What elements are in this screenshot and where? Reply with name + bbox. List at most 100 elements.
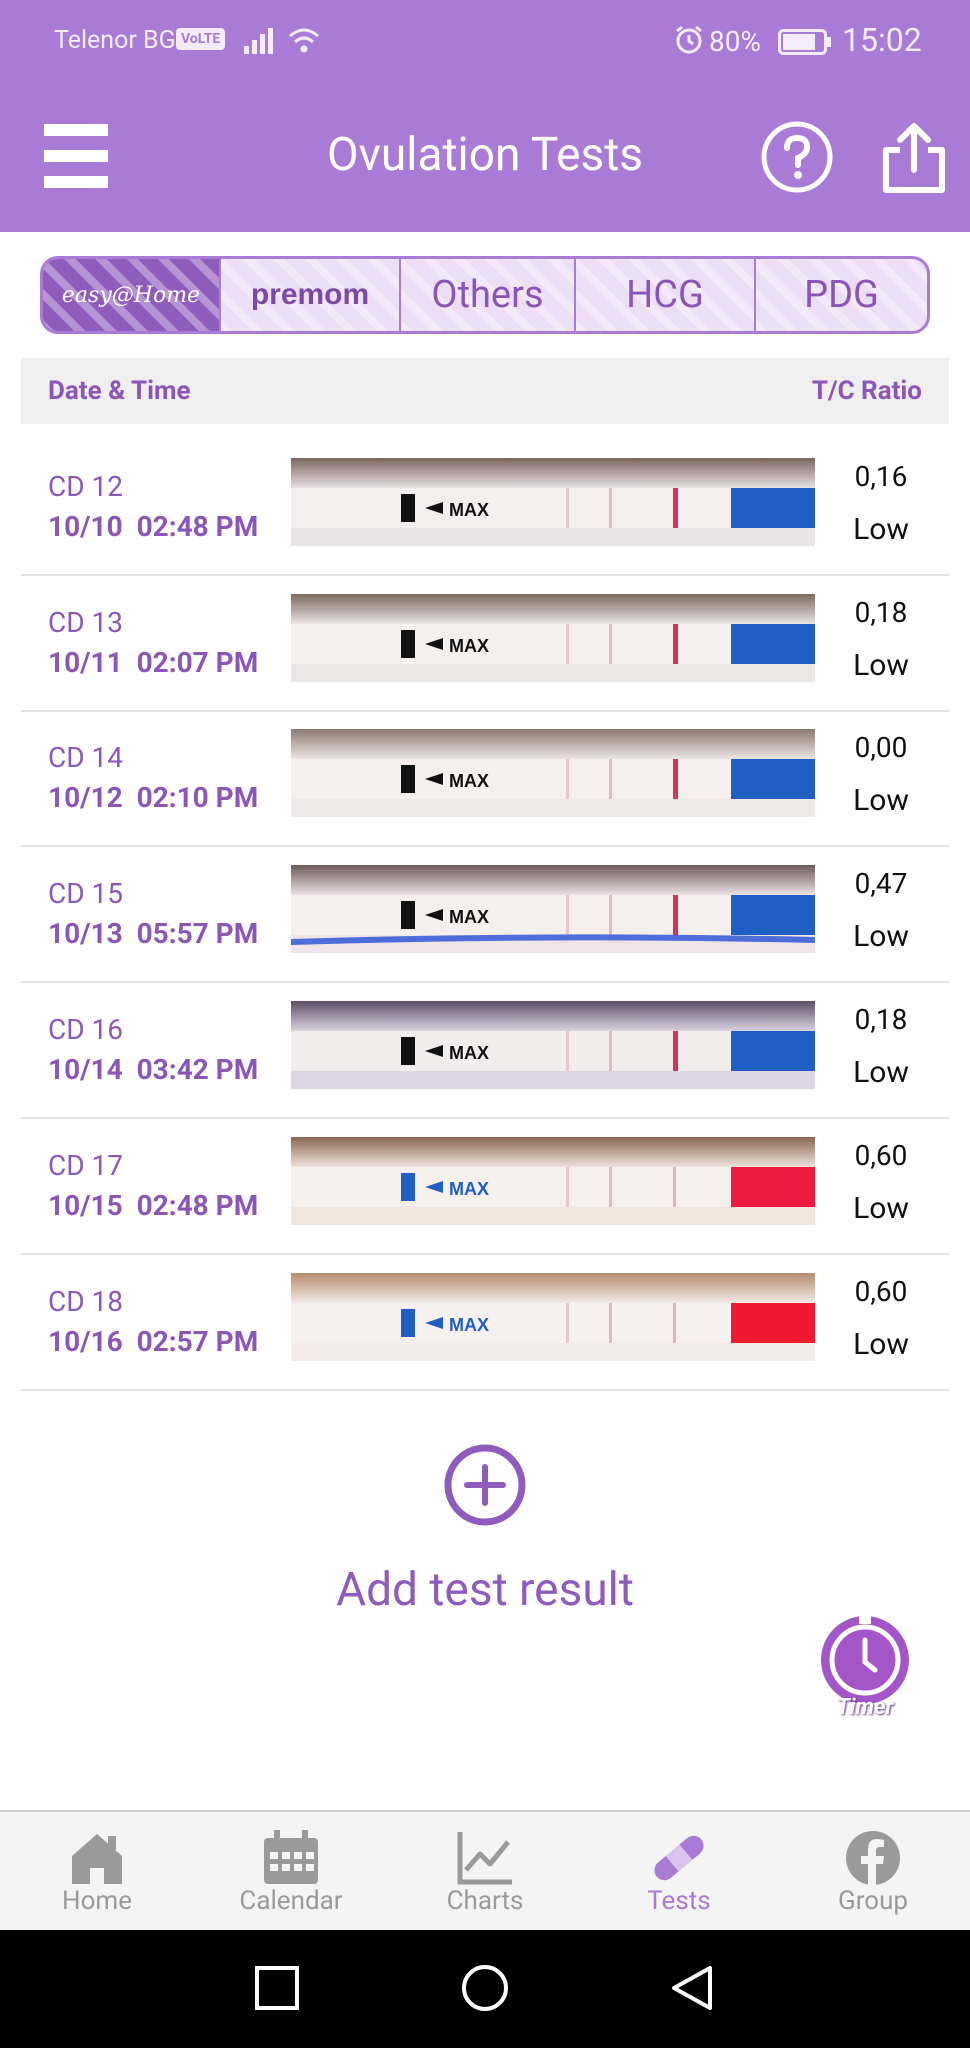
brand-tabs: easy@Home premom Others HCG PDG	[40, 256, 930, 334]
tc-ratio-value: 0,60	[854, 1275, 908, 1308]
svg-text:MAX: MAX	[449, 907, 489, 927]
svg-text:MAX: MAX	[449, 500, 489, 520]
lh-level: Low	[853, 648, 909, 683]
svg-text:MAX: MAX	[449, 771, 489, 791]
test-date: 10/12	[48, 781, 123, 814]
test-date-time: 10/13 05:57 PM	[48, 917, 258, 950]
test-date: 10/11	[48, 646, 123, 679]
chart-icon	[457, 1832, 512, 1885]
app-header: Telenor BG VoLTE 80% 15:02 Ovulation Tes…	[0, 0, 970, 232]
alarm-icon	[676, 25, 702, 54]
battery-percent: 80%	[709, 25, 761, 58]
test-time: 02:48 PM	[136, 1189, 259, 1222]
home-icon	[72, 1834, 122, 1884]
tab-premom-label: premom	[250, 278, 370, 311]
lh-level: Low	[853, 1055, 909, 1090]
lh-level: Low	[853, 783, 909, 818]
nav-tests[interactable]: Tests	[582, 1812, 776, 1930]
add-circle-icon[interactable]	[443, 1443, 527, 1527]
carrier-name: Telenor BG	[54, 26, 176, 55]
timer-button[interactable]: Timer	[817, 1612, 913, 1720]
back-triangle-icon[interactable]	[662, 1958, 722, 2018]
table-row[interactable]: CD 17 10/15 02:48 PM MAX 0,60 Low	[21, 1119, 949, 1255]
test-strip-photo: MAX	[291, 729, 815, 817]
help-icon[interactable]	[760, 120, 834, 194]
cycle-day: CD 13	[48, 606, 124, 639]
nav-home[interactable]: Home	[0, 1812, 194, 1930]
test-strip-photo: MAX	[291, 594, 815, 682]
nav-charts-label: Charts	[446, 1886, 524, 1916]
table-row[interactable]: CD 13 10/11 02:07 PM MAX 0,18 Low	[21, 576, 949, 712]
test-strip-photo: MAX	[291, 458, 815, 546]
lh-level: Low	[853, 1191, 909, 1226]
test-strip-photo: MAX	[291, 1273, 815, 1361]
nav-calendar-label: Calendar	[239, 1886, 343, 1916]
add-test-result-button[interactable]: Add test result	[0, 1563, 970, 1617]
test-strip-photo: MAX	[291, 865, 815, 953]
cycle-day: CD 17	[48, 1149, 124, 1182]
table-row[interactable]: CD 18 10/16 02:57 PM MAX 0,60 Low	[21, 1255, 949, 1391]
tab-premom[interactable]: premom	[221, 259, 401, 331]
test-date-time: 10/10 02:48 PM	[48, 510, 258, 543]
test-date-time: 10/12 02:10 PM	[48, 781, 258, 814]
cycle-day: CD 18	[48, 1285, 124, 1318]
tab-others[interactable]: Others	[401, 259, 576, 331]
tab-others-label: Others	[431, 273, 544, 317]
test-date: 10/10	[48, 510, 123, 543]
nav-charts[interactable]: Charts	[388, 1812, 582, 1930]
tc-ratio-value: 0,47	[854, 867, 908, 900]
nav-group-label: Group	[837, 1886, 909, 1916]
nav-calendar[interactable]: Calendar	[194, 1812, 388, 1930]
test-date-time: 10/11 02:07 PM	[48, 646, 258, 679]
facebook-icon	[846, 1831, 900, 1885]
tab-easy-home-label: easy@Home	[61, 282, 201, 308]
lh-level: Low	[853, 919, 909, 954]
battery-icon	[778, 29, 831, 55]
column-date-time: Date & Time	[48, 376, 191, 406]
table-row[interactable]: CD 14 10/12 02:10 PM MAX 0,00 Low	[21, 711, 949, 847]
share-icon[interactable]	[880, 120, 948, 194]
svg-text:MAX: MAX	[449, 636, 489, 656]
tab-easy-home[interactable]: easy@Home	[43, 259, 221, 331]
tab-hcg[interactable]: HCG	[576, 259, 756, 331]
test-date: 10/13	[48, 917, 123, 950]
nav-group[interactable]: Group	[776, 1812, 970, 1930]
wifi-icon	[289, 28, 319, 53]
tc-ratio-value: 0,60	[854, 1139, 908, 1172]
status-bar: Telenor BG VoLTE 80% 15:02	[0, 0, 970, 82]
tc-ratio-value: 0,18	[854, 596, 908, 629]
nav-home-label: Home	[62, 1886, 132, 1916]
volte-badge: VoLTE	[176, 28, 226, 50]
cycle-day: CD 12	[48, 470, 124, 503]
test-date-time: 10/14 03:42 PM	[48, 1053, 258, 1086]
system-nav-bar	[0, 1930, 970, 2048]
nav-tests-label: Tests	[647, 1886, 711, 1916]
recent-apps-icon[interactable]	[247, 1958, 307, 2018]
test-date-time: 10/16 02:57 PM	[48, 1325, 258, 1358]
tc-ratio-value: 0,00	[854, 731, 908, 764]
column-tc-ratio: T/C Ratio	[811, 376, 922, 406]
svg-text:MAX: MAX	[449, 1043, 489, 1063]
cycle-day: CD 16	[48, 1013, 124, 1046]
test-time: 02:57 PM	[136, 1325, 259, 1358]
cycle-day: CD 14	[48, 741, 124, 774]
lh-level: Low	[853, 512, 909, 547]
test-time: 05:57 PM	[136, 917, 259, 950]
test-strip-photo: MAX	[291, 1001, 815, 1089]
signal-icon	[244, 28, 273, 54]
test-time: 03:42 PM	[136, 1053, 259, 1086]
cycle-day: CD 15	[48, 877, 124, 910]
table-row[interactable]: CD 16 10/14 03:42 PM MAX 0,18 Low	[21, 983, 949, 1119]
test-date: 10/15	[48, 1189, 123, 1222]
home-circle-icon[interactable]	[455, 1958, 515, 2018]
table-row[interactable]: CD 15 10/13 05:57 PM MAX 0,47 Low	[21, 847, 949, 983]
test-time: 02:10 PM	[136, 781, 259, 814]
table-row[interactable]: CD 12 10/10 02:48 PM MAX 0,16 Low	[21, 440, 949, 576]
tab-pdg[interactable]: PDG	[756, 259, 927, 331]
test-date: 10/16	[48, 1325, 123, 1358]
tab-hcg-label: HCG	[626, 273, 704, 317]
test-strip-icon	[654, 1835, 704, 1881]
stopwatch-icon	[821, 1616, 909, 1704]
test-date-time: 10/15 02:48 PM	[48, 1189, 258, 1222]
test-time: 02:48 PM	[136, 510, 259, 543]
